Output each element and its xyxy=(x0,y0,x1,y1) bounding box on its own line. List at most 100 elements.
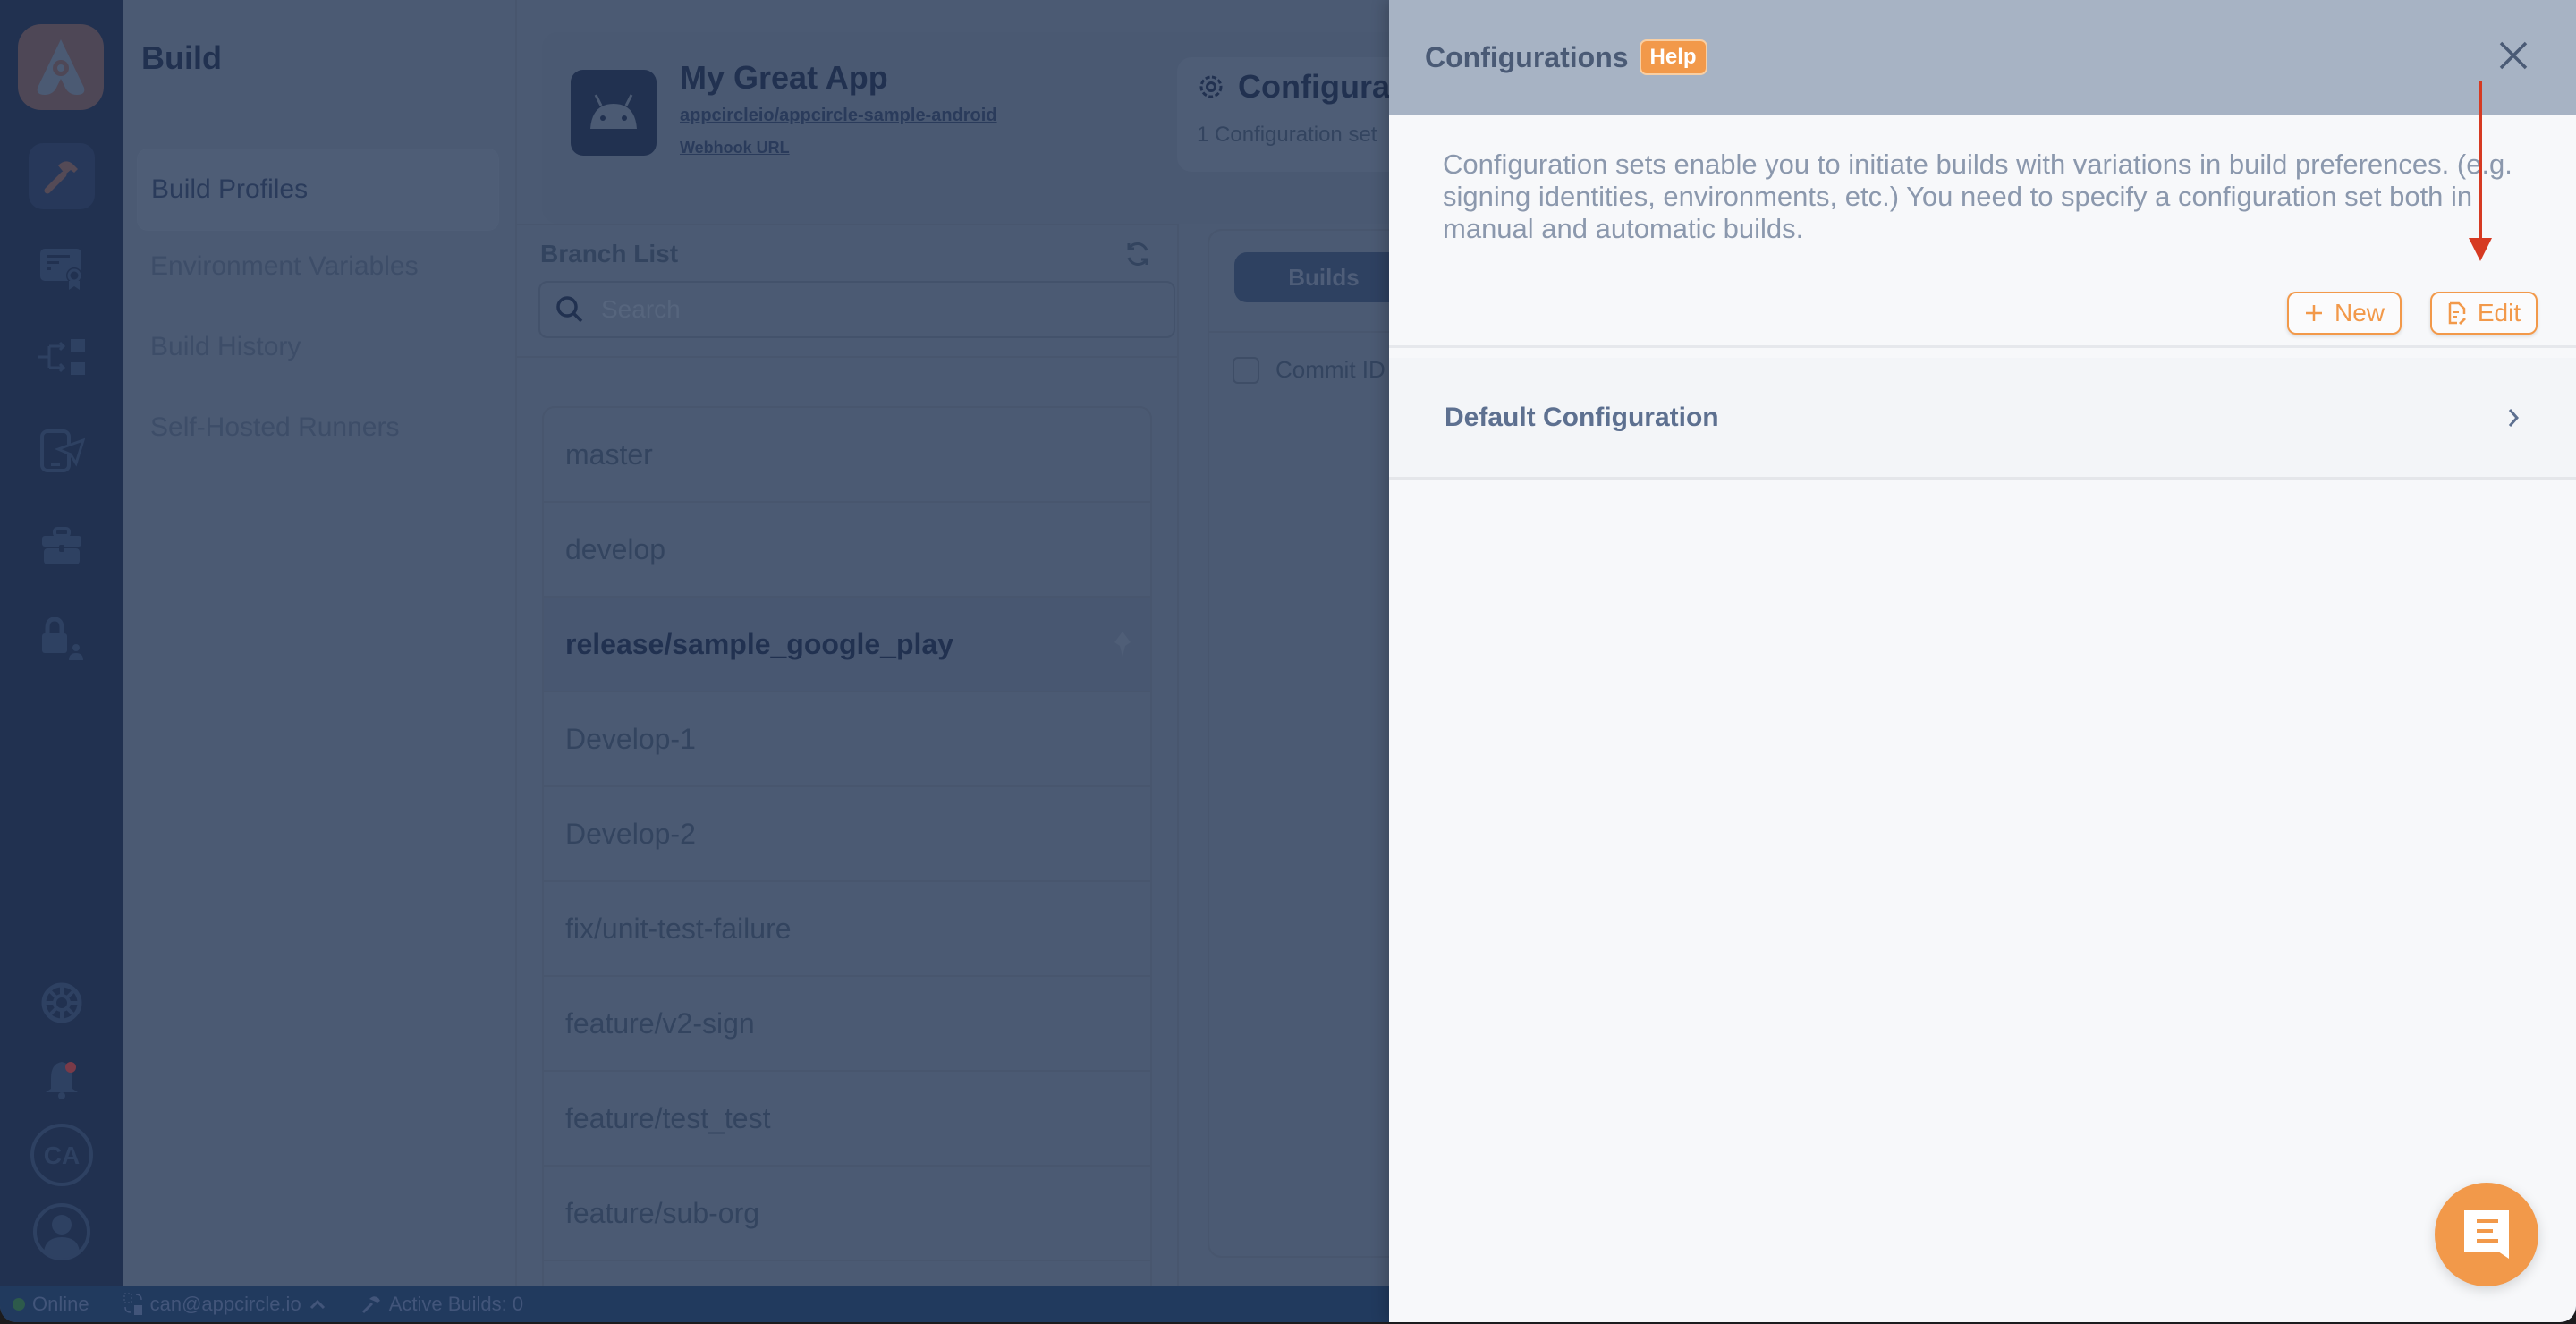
subnav-title: Build xyxy=(141,39,222,76)
branch-row[interactable]: feature/v2-sign xyxy=(544,977,1150,1072)
annotation-arrow-head xyxy=(2469,238,2492,261)
branch-row[interactable]: master xyxy=(544,408,1150,503)
app-name: My Great App xyxy=(680,59,888,96)
drawer-title-text: Configurations xyxy=(1425,40,1629,73)
branch-name: develop xyxy=(565,532,666,565)
subnav-item-build-history[interactable]: Build History xyxy=(137,306,499,388)
lock-user-icon xyxy=(42,617,83,660)
app-window: CA Build Build Profiles Environment Vari… xyxy=(0,0,2576,1322)
briefcase-icon xyxy=(42,527,81,564)
user-switcher[interactable]: can@appcircle.io xyxy=(123,1293,326,1316)
branch-row[interactable]: Develop-2 xyxy=(544,787,1150,882)
subnav-item-environment-variables[interactable]: Environment Variables xyxy=(137,225,499,308)
configuration-count: 1 Configuration set xyxy=(1197,123,1377,147)
refresh-icon xyxy=(1127,242,1148,266)
edit-configuration-button[interactable]: Edit xyxy=(2430,292,2538,335)
left-rail: CA xyxy=(0,0,123,1286)
configurations-drawer: Configurations Help Configuration sets e… xyxy=(1389,0,2576,1322)
subnav-item-label: Build Profiles xyxy=(151,174,309,204)
subnav-item-label: Self-Hosted Runners xyxy=(150,412,400,442)
commit-header: Commit ID xyxy=(1233,356,1385,384)
repository-link[interactable]: appcircleio/appcircle-sample-android xyxy=(680,106,997,126)
active-builds[interactable]: Active Builds: 0 xyxy=(360,1293,523,1316)
rail-profile[interactable] xyxy=(29,1199,95,1265)
configuration-card-title[interactable]: Configura xyxy=(1197,68,1390,106)
bell-icon xyxy=(46,1062,78,1099)
avatar-initials: CA xyxy=(44,1142,80,1169)
android-app-icon xyxy=(571,70,657,156)
subnav-item-label: Build History xyxy=(150,332,301,361)
rail-build[interactable] xyxy=(29,143,95,209)
rail-distribution[interactable] xyxy=(29,326,95,392)
edit-document-icon xyxy=(2448,301,2466,325)
logo-icon xyxy=(37,39,85,95)
user-icon xyxy=(33,1203,90,1260)
org-avatar-icon: CA xyxy=(30,1124,93,1186)
edit-label: Edit xyxy=(2477,299,2521,327)
certificate-icon xyxy=(40,249,82,290)
online-label: Online xyxy=(32,1293,89,1315)
android-icon xyxy=(590,94,637,129)
new-label: New xyxy=(2334,299,2385,327)
branch-row[interactable]: develop xyxy=(544,503,1150,598)
branch-row[interactable]: feature/test_test xyxy=(544,1072,1150,1167)
branch-row[interactable]: Develop-1 xyxy=(544,692,1150,787)
rail-help[interactable] xyxy=(29,970,95,1036)
branch-list: master develop release/sample_google_pla… xyxy=(542,406,1152,1286)
new-configuration-button[interactable]: New xyxy=(2287,292,2402,335)
rail-account[interactable] xyxy=(29,607,95,673)
gear-icon xyxy=(1199,75,1223,98)
close-button[interactable] xyxy=(2494,36,2533,75)
rail-testing[interactable] xyxy=(29,419,95,485)
pin-icon[interactable] xyxy=(1113,630,1132,658)
branch-name: feature/test_test xyxy=(565,1101,771,1134)
help-badge[interactable]: Help xyxy=(1639,39,1707,75)
branch-name: Develop-1 xyxy=(565,722,696,755)
user-email: can@appcircle.io xyxy=(149,1293,301,1315)
online-status: Online xyxy=(13,1293,89,1316)
drawer-description: Configuration sets enable you to initiat… xyxy=(1443,149,2512,244)
branch-row[interactable]: feature/sub-org xyxy=(544,1167,1150,1261)
testing-icon xyxy=(40,429,85,472)
search-icon xyxy=(556,296,583,323)
branch-name: master xyxy=(565,437,653,471)
configuration-name: Default Configuration xyxy=(1445,402,1719,432)
drawer-header: Configurations Help xyxy=(1389,0,2576,115)
branch-name: release/sample_google_play xyxy=(565,627,953,660)
rail-enterprise[interactable] xyxy=(29,513,95,580)
rail-signing[interactable] xyxy=(29,236,95,302)
branch-row[interactable]: fix/unit-test-failure xyxy=(544,882,1150,977)
active-builds-label: Active Builds: 0 xyxy=(388,1293,524,1315)
chevron-right-icon xyxy=(2508,409,2520,427)
subnav-item-self-hosted-runners[interactable]: Self-Hosted Runners xyxy=(137,386,499,469)
appcircle-logo[interactable] xyxy=(18,24,104,110)
branch-name: fix/unit-test-failure xyxy=(565,912,792,945)
switch-org-icon xyxy=(123,1293,142,1315)
select-all-checkbox[interactable] xyxy=(1233,356,1259,384)
branch-list-title: Branch List xyxy=(540,240,679,267)
refresh-button[interactable] xyxy=(1123,240,1152,273)
tab-builds[interactable]: Builds xyxy=(1234,252,1413,302)
lifebuoy-icon xyxy=(41,982,82,1023)
configuration-row[interactable]: Default Configuration xyxy=(1389,358,2576,480)
webhook-url-link[interactable]: Webhook URL xyxy=(680,139,790,157)
hammer-icon xyxy=(44,161,78,194)
branch-search[interactable] xyxy=(538,281,1175,338)
commit-id-column-header: Commit ID xyxy=(1275,356,1385,383)
hammer-icon xyxy=(361,1296,380,1314)
drawer-title: Configurations Help xyxy=(1425,39,1707,75)
branch-search-input[interactable] xyxy=(601,295,1138,324)
chat-icon xyxy=(2464,1210,2509,1259)
branch-row-selected[interactable]: release/sample_google_play xyxy=(544,598,1150,692)
rail-notifications[interactable] xyxy=(29,1047,95,1113)
rail-org-avatar[interactable]: CA xyxy=(29,1122,95,1188)
branch-name: feature/v2-sign xyxy=(565,1006,755,1040)
branch-name: Develop-2 xyxy=(565,817,696,850)
chevron-up-icon xyxy=(309,1299,325,1310)
branch-name: feature/sub-org xyxy=(565,1196,760,1229)
subnav-item-build-profiles[interactable]: Build Profiles xyxy=(137,149,499,231)
distribution-icon xyxy=(38,339,85,375)
chat-support-button[interactable] xyxy=(2435,1183,2538,1286)
annotation-arrow-line xyxy=(2479,81,2482,238)
main-content: My Great App appcircleio/appcircle-sampl… xyxy=(517,0,1445,1286)
